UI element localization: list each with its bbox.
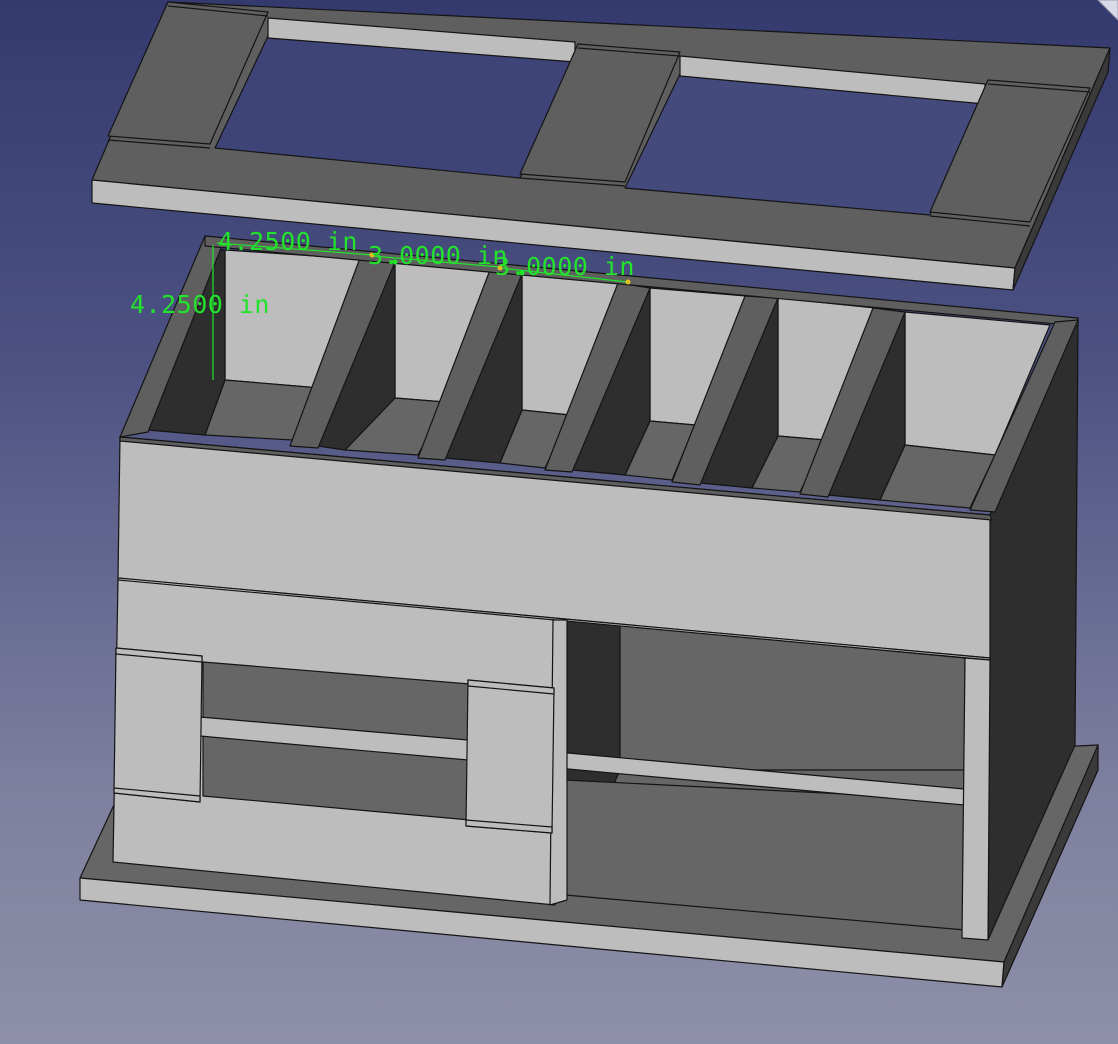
3d-viewport[interactable]: 4.2500 in 3.0000 in 3.0000 in 4.2500 in — [0, 0, 1118, 1044]
dim-width-1-label[interactable]: 4.2500 in — [218, 227, 358, 256]
model-scene[interactable]: 4.2500 in 3.0000 in 3.0000 in 4.2500 in — [0, 0, 1118, 1044]
dim-width-3-label[interactable]: 3.0000 in — [495, 252, 635, 281]
dim-height-label[interactable]: 4.2500 in — [130, 290, 270, 319]
dim-width-2-label[interactable]: 3.0000 in — [368, 241, 508, 270]
navigation-cube-corner-icon[interactable] — [1092, 0, 1118, 26]
